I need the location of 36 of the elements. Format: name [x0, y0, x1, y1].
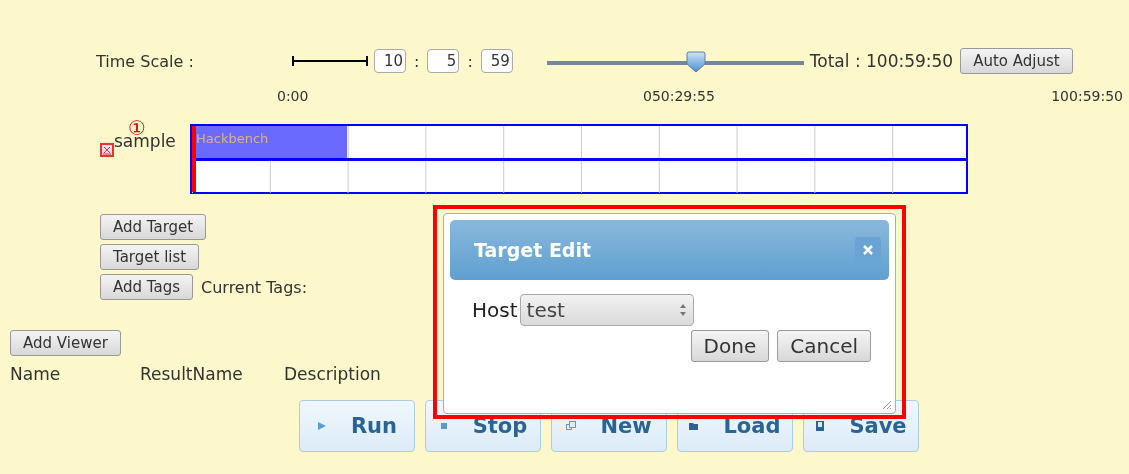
time-tick: 100:59:50	[1051, 88, 1123, 104]
host-label: Host	[472, 298, 518, 322]
copy-icon	[566, 421, 577, 431]
action-button[interactable]: Run	[299, 400, 415, 452]
number-field[interactable]: 5	[427, 49, 460, 73]
add-tags-button[interactable]: Add Tags	[100, 274, 194, 300]
host-select[interactable]: test	[519, 294, 694, 326]
zoom-slider[interactable]	[546, 49, 804, 73]
column-header: ResultName	[140, 364, 244, 384]
close-icon	[863, 245, 873, 255]
play-icon	[316, 421, 327, 431]
number-field[interactable]: 59	[480, 49, 513, 73]
action-button[interactable]: Target list	[100, 244, 200, 270]
time-tick: 0:00	[277, 88, 309, 104]
folder-icon	[689, 421, 700, 431]
scale-bar-icon	[292, 55, 368, 67]
number-field[interactable]: 10	[374, 49, 406, 73]
action-button[interactable]: Add Target	[100, 214, 207, 240]
dialog-button[interactable]: Done	[690, 330, 770, 362]
separator: :	[467, 51, 473, 71]
add-viewer-button[interactable]: Add Viewer	[10, 330, 121, 356]
separator: :	[414, 51, 420, 71]
column-header: Name	[10, 364, 62, 384]
auto-adjust-button[interactable]: Auto Adjust	[960, 48, 1073, 74]
total-duration: Total : 100:59:50	[809, 51, 954, 71]
time-scale-label: Time Scale :	[96, 51, 195, 71]
tags-label: Current Tags:	[201, 277, 308, 297]
dialog-button[interactable]: Cancel	[777, 330, 871, 362]
resize-grip-icon	[882, 400, 892, 410]
column-header: Description	[284, 364, 381, 384]
time-tick: 050:29:55	[643, 88, 715, 104]
spinner-arrows-icon	[678, 303, 687, 317]
square-icon	[438, 421, 449, 431]
slider-thumb[interactable]	[684, 51, 707, 73]
close-button[interactable]	[855, 237, 881, 263]
dialog-title: Target Edit	[474, 239, 592, 261]
